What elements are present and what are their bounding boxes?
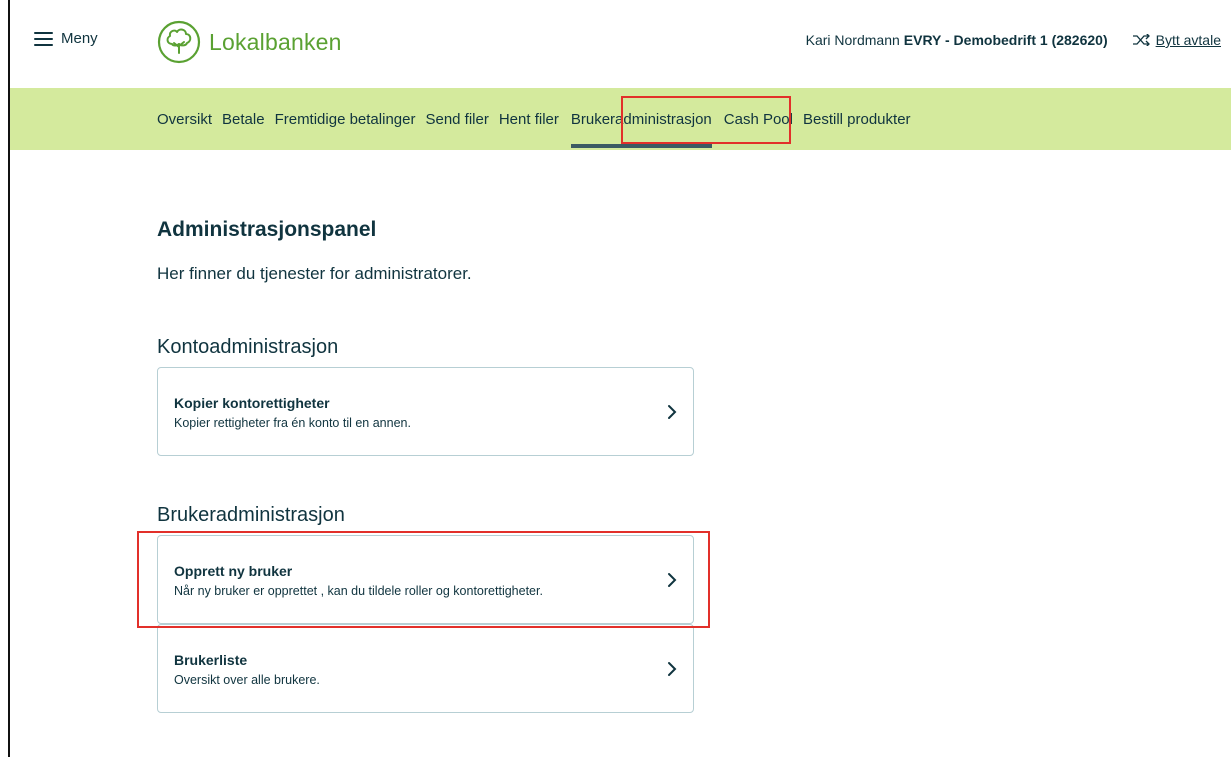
chevron-right-icon bbox=[668, 573, 677, 587]
menu-button[interactable]: Meny bbox=[34, 30, 98, 47]
top-header: Meny Lokalbanken Kari Nordmann EVRY - De… bbox=[10, 0, 1231, 88]
user-area: Kari Nordmann EVRY - Demobedrift 1 (2826… bbox=[806, 32, 1221, 48]
nav-item-oversikt[interactable]: Oversikt bbox=[157, 88, 212, 150]
user-name: Kari Nordmann bbox=[805, 32, 900, 48]
section-title-kontoadministrasjon: Kontoadministrasjon bbox=[157, 336, 339, 358]
card-subtitle: Oversikt over alle brukere. bbox=[174, 673, 320, 687]
nav-item-betale[interactable]: Betale bbox=[222, 88, 265, 150]
logo-text: Lokalbanken bbox=[209, 28, 342, 55]
logo[interactable]: Lokalbanken bbox=[157, 20, 342, 64]
switch-agreement-label: Bytt avtale bbox=[1155, 32, 1221, 48]
nav-item-cash-pool[interactable]: Cash Pool bbox=[724, 88, 793, 150]
card-title: Brukerliste bbox=[174, 652, 248, 668]
nav-items: Oversikt Betale Fremtidige betalinger Se… bbox=[157, 88, 921, 150]
card-brukerliste[interactable]: Brukerliste Oversikt over alle brukere. bbox=[157, 624, 694, 713]
card-subtitle: Kopier rettigheter fra én konto til en a… bbox=[174, 416, 411, 430]
switch-agreement-link[interactable]: Bytt avtale bbox=[1132, 32, 1221, 48]
company-name: EVRY - Demobedrift 1 (282620) bbox=[903, 32, 1108, 48]
card-title: Kopier kontorettigheter bbox=[174, 395, 330, 411]
hamburger-icon bbox=[34, 31, 53, 46]
card-kopier-kontorettigheter[interactable]: Kopier kontorettigheter Kopier rettighet… bbox=[157, 367, 694, 456]
main-content: Administrasjonspanel Her finner du tjene… bbox=[157, 218, 717, 284]
chevron-right-icon bbox=[668, 662, 677, 676]
nav-item-bestill-produkter[interactable]: Bestill produkter bbox=[803, 88, 911, 150]
tree-icon bbox=[157, 20, 201, 64]
nav-item-fremtidige-betalinger[interactable]: Fremtidige betalinger bbox=[275, 88, 416, 150]
menu-label: Meny bbox=[61, 30, 98, 47]
nav-item-send-filer[interactable]: Send filer bbox=[425, 88, 488, 150]
card-opprett-ny-bruker[interactable]: Opprett ny bruker Når ny bruker er oppre… bbox=[157, 535, 694, 624]
main-navigation: Oversikt Betale Fremtidige betalinger Se… bbox=[10, 88, 1231, 150]
nav-item-brukeradministrasjon[interactable]: Brukeradministrasjon bbox=[565, 88, 718, 150]
chevron-right-icon bbox=[668, 405, 677, 419]
card-subtitle: Når ny bruker er opprettet , kan du tild… bbox=[174, 584, 543, 598]
card-title: Opprett ny bruker bbox=[174, 563, 293, 579]
shuffle-icon bbox=[1132, 34, 1150, 46]
nav-item-hent-filer[interactable]: Hent filer bbox=[499, 88, 559, 150]
section-title-brukeradministrasjon: Brukeradministrasjon bbox=[157, 504, 345, 526]
page-description: Her finner du tjenester for administrato… bbox=[157, 264, 472, 283]
page-title: Administrasjonspanel bbox=[157, 218, 377, 241]
